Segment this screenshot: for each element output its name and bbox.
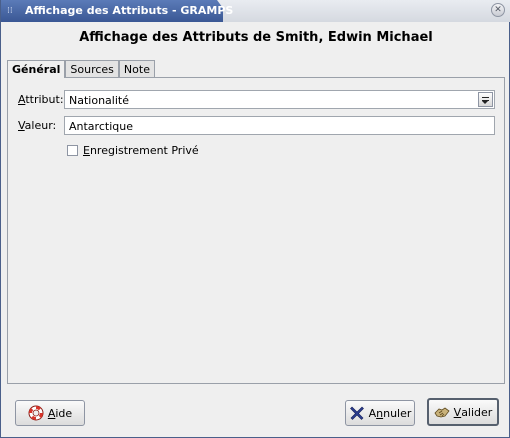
window-title: Affichage des Attributs - GRAMPS xyxy=(25,4,234,17)
tab-note[interactable]: Note xyxy=(118,60,155,77)
attribute-value: Nationalité xyxy=(69,94,129,107)
value-field-text: Antarctique xyxy=(69,120,133,133)
general-tab-pane: Attribut: Nationalité Valeur: Antarctiqu… xyxy=(7,77,505,384)
cancel-mnemonic: n xyxy=(376,406,384,420)
ok-button[interactable]: Valider xyxy=(427,398,499,426)
cancel-button[interactable]: An nuler xyxy=(345,400,415,426)
cancel-label-prefix: A xyxy=(368,406,377,420)
help-label: ide xyxy=(55,406,73,420)
close-icon: ✕ xyxy=(494,5,502,15)
cross-icon xyxy=(349,405,365,421)
lifebuoy-icon xyxy=(28,405,44,421)
attribute-dropdown-button[interactable] xyxy=(478,92,493,107)
title-bar[interactable]: ⁞⁞ Affichage des Attributs - GRAMPS ✕ xyxy=(1,0,510,22)
help-button[interactable]: Aide xyxy=(15,400,85,426)
value-label: Valeur: xyxy=(18,119,57,132)
button-bar: Aide An nuler Valider xyxy=(7,392,505,428)
cancel-label: nuler xyxy=(383,406,412,420)
dialog-heading: Affichage des Attributs de Smith, Edwin … xyxy=(79,30,433,45)
dialog-window: ⁞⁞ Affichage des Attributs - GRAMPS ✕ Af… xyxy=(0,0,510,438)
close-button[interactable]: ✕ xyxy=(491,3,505,17)
attribute-combo[interactable]: Nationalité xyxy=(64,90,495,109)
tab-general[interactable]: Général xyxy=(7,60,66,78)
dropdown-icon xyxy=(482,97,489,98)
ok-mnemonic: V xyxy=(453,405,462,419)
tab-sources[interactable]: Sources xyxy=(65,60,119,77)
attribute-label: Attribut: xyxy=(18,93,64,106)
private-record-label[interactable]: Enregistrement Privé xyxy=(83,144,199,157)
handshake-icon xyxy=(434,404,450,420)
value-field[interactable]: Antarctique xyxy=(64,116,495,135)
ok-label: alider xyxy=(461,405,493,419)
private-record-checkbox[interactable] xyxy=(67,145,78,156)
help-mnemonic: A xyxy=(47,406,56,420)
tab-bar: Général Sources Note xyxy=(7,60,155,78)
window-menu-grip-icon[interactable]: ⁞⁞ xyxy=(7,5,17,17)
